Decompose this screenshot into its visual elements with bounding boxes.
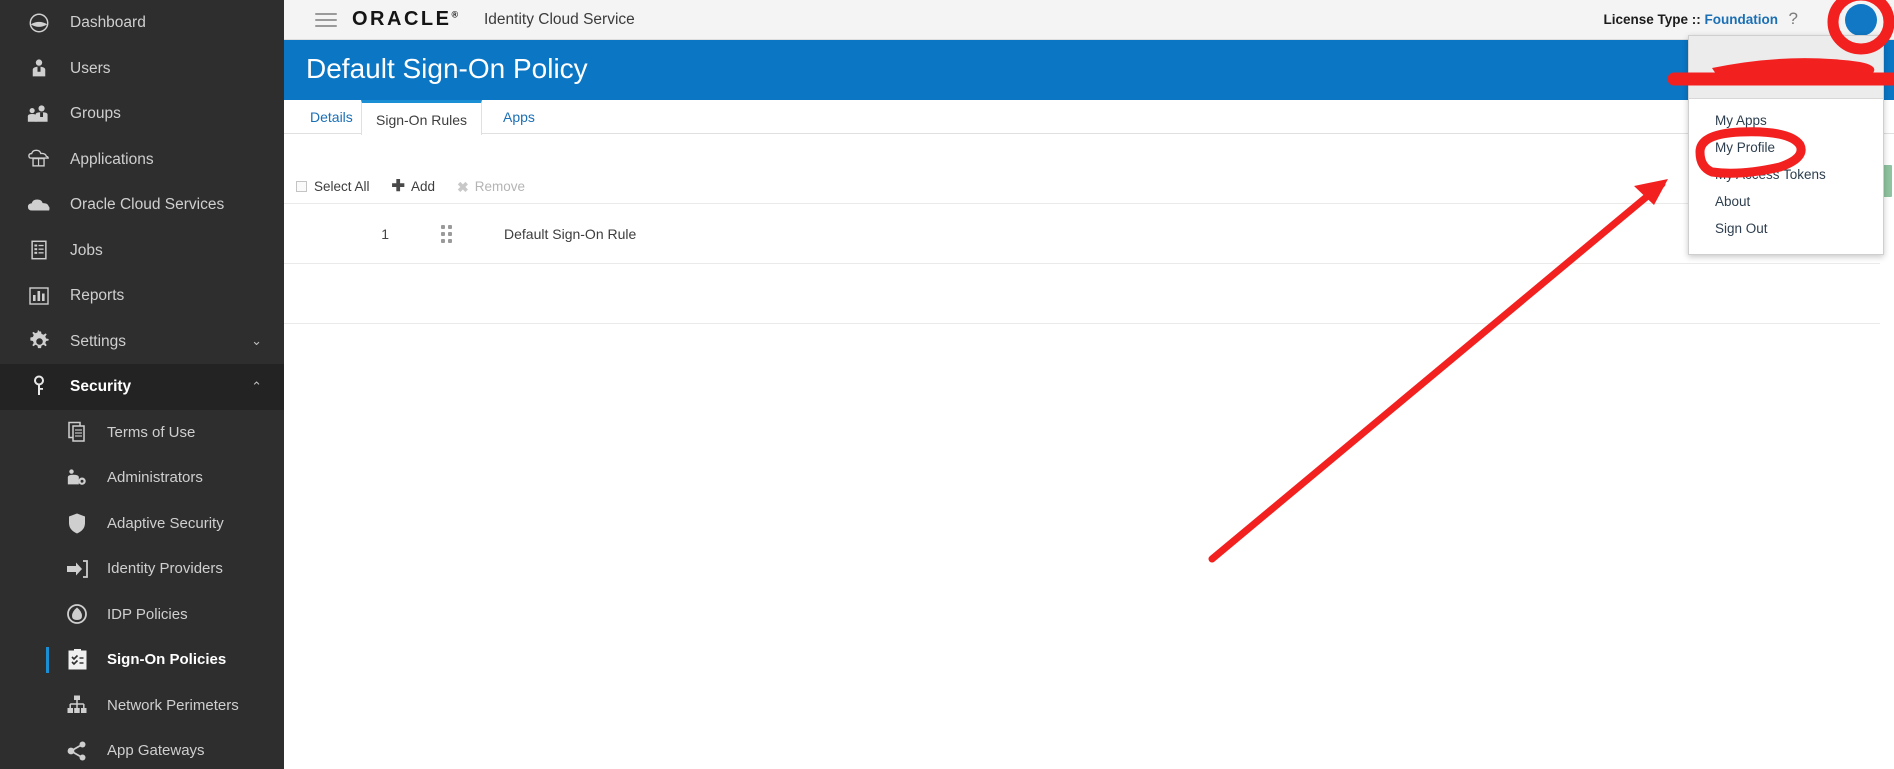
jobs-clipboard-icon bbox=[24, 237, 54, 263]
sidebar-item-idp-policies[interactable]: IDP Policies bbox=[0, 592, 284, 638]
menu-item-my-apps[interactable]: My Apps bbox=[1689, 107, 1883, 134]
license-type-text: License Type :: bbox=[1603, 12, 1701, 27]
registered-mark: ® bbox=[451, 9, 459, 20]
sidebar-item-label: Applications bbox=[70, 150, 154, 168]
remove-button: ✖ Remove bbox=[457, 179, 525, 194]
sidebar-item-app-gateways[interactable]: App Gateways bbox=[0, 728, 284, 769]
sidebar-item-settings[interactable]: Settings ⌄ bbox=[0, 319, 284, 365]
remove-label: Remove bbox=[474, 179, 525, 194]
administrators-icon bbox=[62, 465, 92, 491]
chevron-down-icon[interactable]: ⌄ bbox=[251, 333, 262, 349]
sidebar-item-label: App Gateways bbox=[107, 742, 205, 760]
license-type-label: License Type :: Foundation bbox=[1603, 12, 1778, 27]
menu-item-about[interactable]: About bbox=[1689, 188, 1883, 215]
table-row[interactable]: 1 Default Sign-On Rule bbox=[284, 204, 1894, 264]
page-banner: Default Sign-On Policy bbox=[284, 40, 1894, 100]
rule-name: Default Sign-On Rule bbox=[504, 225, 637, 242]
close-x-icon: ✖ bbox=[456, 178, 469, 195]
sidebar-item-oracle-cloud-services[interactable]: Oracle Cloud Services bbox=[0, 182, 284, 228]
table-toolbar: Select All ✚ Add ✖ Remove bbox=[284, 170, 1894, 204]
gear-icon bbox=[24, 328, 54, 354]
tab-bar: Details Sign-On Rules Apps bbox=[284, 100, 1894, 135]
sidebar-item-label: Groups bbox=[70, 105, 121, 122]
sidebar-item-reports[interactable]: Reports bbox=[0, 273, 284, 319]
sidebar-item-label: Dashboard bbox=[70, 14, 146, 31]
sidebar-item-label: Terms of Use bbox=[107, 423, 196, 441]
select-all-label: Select All bbox=[314, 179, 370, 194]
sidebar-item-applications[interactable]: Applications bbox=[0, 137, 284, 183]
drag-dots bbox=[441, 224, 452, 243]
menu-item-my-profile[interactable]: My Profile bbox=[1689, 134, 1883, 161]
sidebar-item-sign-on-policies[interactable]: Sign-On Policies bbox=[0, 637, 284, 683]
top-bar: ORACLE® Identity Cloud Service License T… bbox=[284, 0, 1894, 40]
applications-icon bbox=[24, 146, 54, 172]
sidebar-item-security[interactable]: Security ⌃ bbox=[0, 364, 284, 410]
sidebar-item-jobs[interactable]: Jobs bbox=[0, 228, 284, 274]
network-perimeters-icon bbox=[62, 692, 92, 718]
sidebar-item-label: Security bbox=[70, 378, 132, 395]
active-indicator-bar bbox=[46, 647, 49, 673]
dashboard-icon bbox=[24, 10, 54, 36]
share-nodes-icon bbox=[62, 738, 92, 764]
shield-icon bbox=[62, 510, 92, 536]
sidebar-item-users[interactable]: Users bbox=[0, 46, 284, 92]
sidebar-item-administrators[interactable]: Administrators bbox=[0, 455, 284, 501]
tab-details[interactable]: Details bbox=[296, 100, 367, 134]
sidebar-item-label: Oracle Cloud Services bbox=[70, 196, 225, 213]
chevron-up-icon[interactable]: ⌃ bbox=[251, 379, 262, 395]
hamburger-menu-icon[interactable] bbox=[315, 10, 337, 30]
row-number: 1 bbox=[381, 225, 389, 242]
sidebar-item-dashboard[interactable]: Dashboard bbox=[0, 0, 284, 46]
select-all-checkbox[interactable]: Select All bbox=[296, 179, 370, 194]
sign-on-policies-icon bbox=[62, 647, 92, 673]
sidebar-item-identity-providers[interactable]: Identity Providers bbox=[0, 546, 284, 592]
cloud-icon bbox=[24, 192, 54, 218]
sidebar-item-label: Users bbox=[70, 59, 111, 77]
add-label: Add bbox=[410, 179, 435, 194]
menu-item-my-access-tokens[interactable]: My Access Tokens bbox=[1689, 161, 1883, 188]
sidebar-item-adaptive-security[interactable]: Adaptive Security bbox=[0, 501, 284, 547]
sidebar-item-label: Network Perimeters bbox=[107, 696, 239, 714]
sign-in-arrow-icon bbox=[62, 556, 92, 582]
add-button[interactable]: ✚ Add bbox=[391, 177, 435, 195]
user-menu-items: My Apps My Profile My Access Tokens Abou… bbox=[1689, 107, 1883, 254]
plus-icon: ✚ bbox=[391, 177, 405, 195]
documents-icon bbox=[62, 419, 92, 445]
groups-icon bbox=[24, 101, 54, 127]
oracle-brand-text: ORACLE bbox=[352, 8, 452, 30]
sidebar-item-label: Sign-On Policies bbox=[107, 651, 227, 669]
checkbox-box-icon[interactable] bbox=[296, 181, 307, 192]
idp-policies-icon bbox=[62, 601, 92, 627]
tab-sign-on-rules[interactable]: Sign-On Rules bbox=[361, 100, 483, 135]
sign-on-rules-table: 1 Default Sign-On Rule bbox=[284, 204, 1894, 324]
table-empty-row bbox=[284, 264, 1894, 324]
sidebar-item-label: Adaptive Security bbox=[107, 514, 224, 532]
drag-handle-icon[interactable] bbox=[389, 224, 504, 243]
sidebar-item-label: Settings bbox=[70, 332, 127, 350]
page-title: Default Sign-On Policy bbox=[306, 53, 588, 84]
user-avatar-icon[interactable] bbox=[1845, 4, 1877, 36]
license-type-value: Foundation bbox=[1704, 12, 1778, 27]
user-icon bbox=[24, 55, 54, 81]
sidebar-item-label: Administrators bbox=[107, 469, 203, 487]
help-question-icon[interactable]: ? bbox=[1789, 9, 1798, 29]
menu-item-sign-out[interactable]: Sign Out bbox=[1689, 215, 1883, 242]
content-area: Select All ✚ Add ✖ Remove 1 Default Sign… bbox=[284, 135, 1894, 769]
app-name-label: Identity Cloud Service bbox=[484, 11, 635, 28]
oracle-logo: ORACLE® bbox=[352, 8, 458, 31]
sidebar-item-label: Reports bbox=[70, 287, 125, 304]
tab-apps[interactable]: Apps bbox=[489, 100, 549, 134]
sidebar-item-terms-of-use[interactable]: Terms of Use bbox=[0, 410, 284, 456]
sidebar-item-label: Jobs bbox=[70, 241, 103, 259]
sidebar-item-label: Identity Providers bbox=[107, 560, 223, 578]
user-dropdown-menu: My Apps My Profile My Access Tokens Abou… bbox=[1688, 35, 1884, 255]
reports-bar-chart-icon bbox=[24, 283, 54, 309]
sidebar-item-label: IDP Policies bbox=[107, 605, 188, 623]
app-root: Dashboard Users Groups Applications Orac bbox=[0, 0, 1894, 769]
user-menu-header bbox=[1689, 36, 1883, 99]
sidebar-item-network-perimeters[interactable]: Network Perimeters bbox=[0, 683, 284, 729]
sidebar: Dashboard Users Groups Applications Orac bbox=[0, 0, 284, 769]
sidebar-item-groups[interactable]: Groups bbox=[0, 91, 284, 137]
key-icon bbox=[24, 374, 54, 400]
